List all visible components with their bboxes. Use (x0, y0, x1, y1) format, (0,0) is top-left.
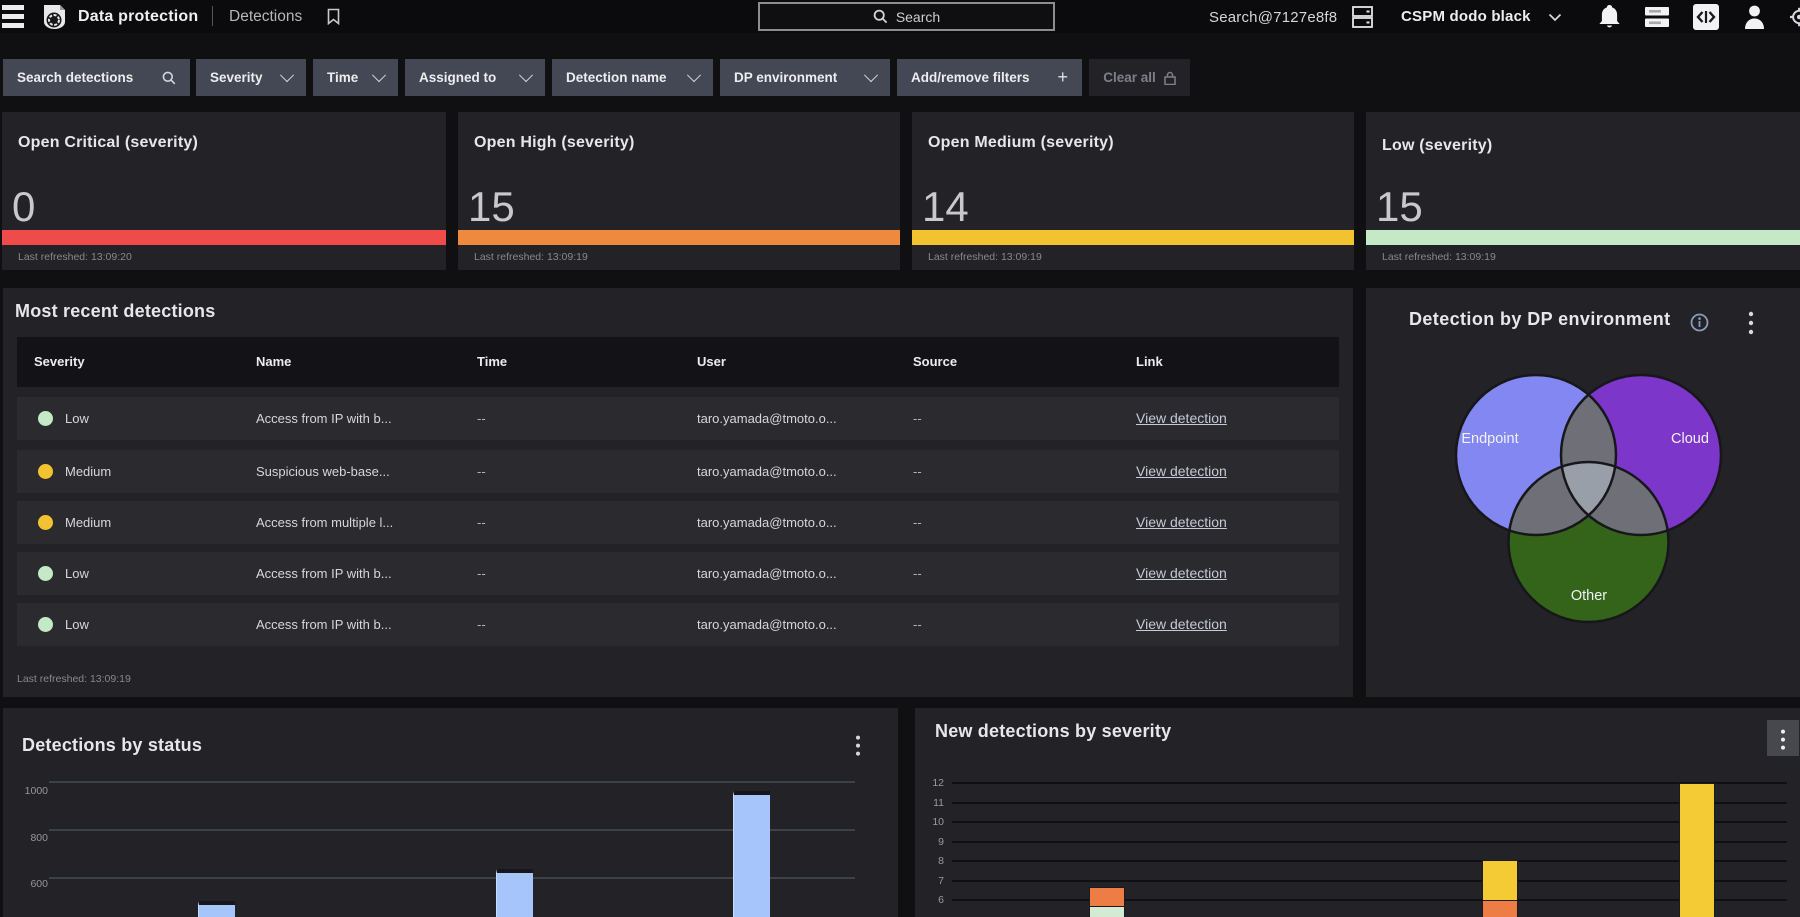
svg-text:Other: Other (1571, 588, 1607, 604)
svg-text:Endpoint: Endpoint (1461, 431, 1518, 447)
svg-text:Cloud: Cloud (1671, 431, 1709, 447)
